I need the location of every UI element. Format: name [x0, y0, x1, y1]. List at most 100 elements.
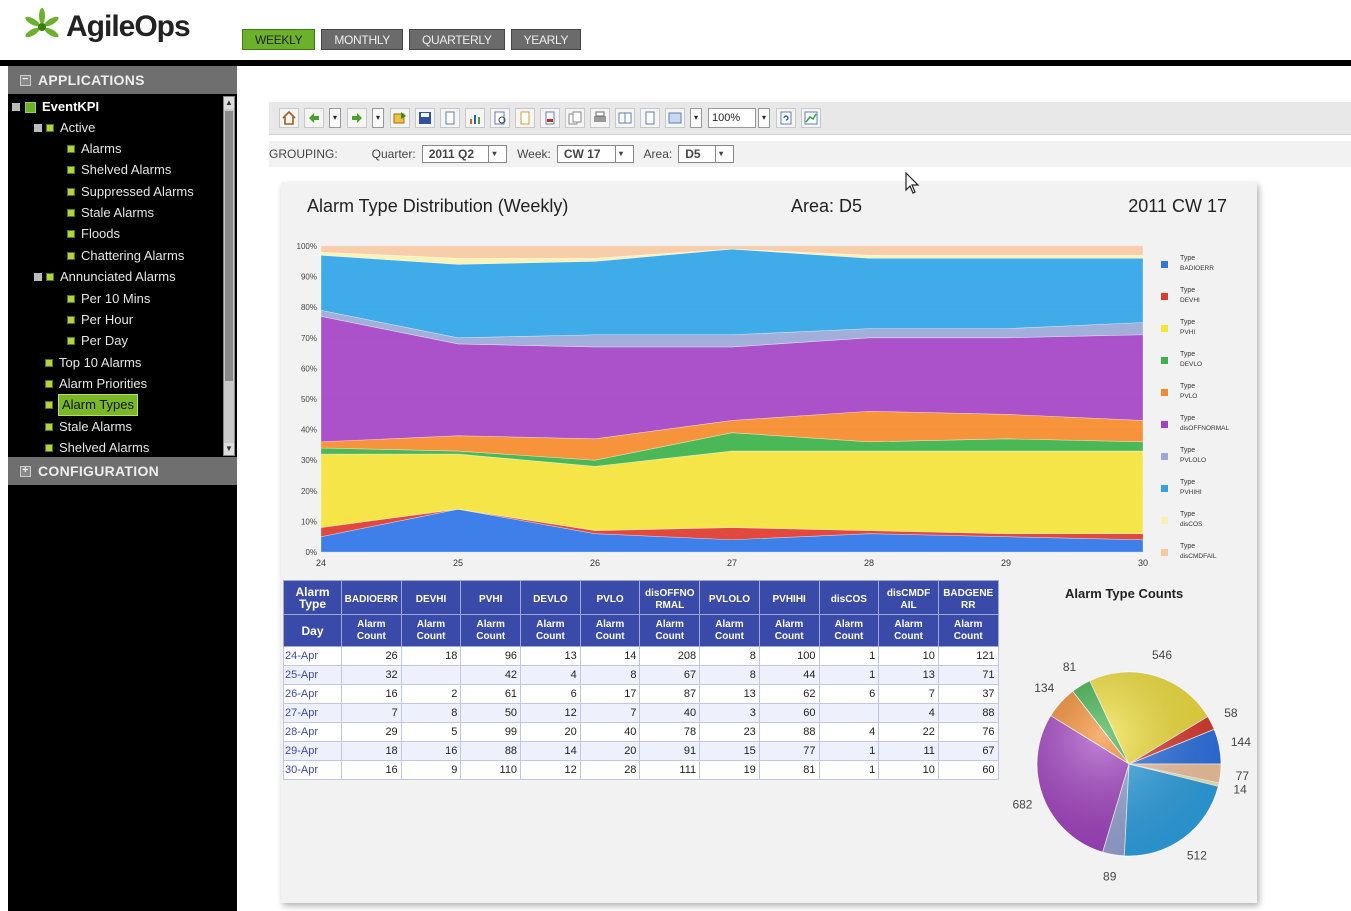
table-column-header: DEVHI	[400, 580, 462, 615]
tree-item-label: Active	[60, 120, 96, 135]
quarter-select[interactable]: 2011 Q2 ▾	[421, 145, 508, 163]
table-cell: 208	[639, 646, 701, 666]
tree-item-annunciated-alarms[interactable]: Annunciated Alarms	[34, 267, 176, 287]
applications-section-header[interactable]: − APPLICATIONS	[8, 66, 237, 94]
page-button[interactable]	[515, 108, 535, 128]
logo-text: AgileOps	[66, 10, 191, 43]
forward-button[interactable]	[347, 108, 367, 128]
find-button[interactable]	[640, 108, 660, 128]
tree-scrollbar[interactable]: ▲ ▼	[223, 96, 235, 456]
print-icon	[594, 111, 606, 122]
legend-swatch	[1161, 485, 1168, 492]
document-button[interactable]	[440, 108, 460, 128]
table-cell: 18	[341, 741, 402, 761]
tree-item-label: EventKPI	[42, 99, 100, 114]
table-cell: 111	[639, 760, 701, 780]
table-cell	[400, 665, 462, 685]
scroll-up-icon[interactable]: ▲	[224, 97, 234, 109]
tree-item-stale-alarms-2[interactable]: Stale Alarms	[46, 417, 132, 437]
tab-quarterly[interactable]: QUARTERLY	[409, 29, 505, 50]
tree-item-suppressed-alarms[interactable]: Suppressed Alarms	[68, 182, 194, 202]
export-button[interactable]	[390, 108, 410, 128]
tree-item-per-day[interactable]: Per Day	[68, 331, 128, 351]
home-button[interactable]	[279, 108, 299, 128]
chart-type-button[interactable]	[801, 108, 821, 128]
back-dropdown[interactable]: ▾	[329, 108, 341, 128]
view-dropdown[interactable]: ▾	[690, 108, 702, 128]
area-select[interactable]: D5 ▾	[678, 145, 734, 163]
pdf-icon	[545, 111, 555, 125]
legend-swatch	[1161, 453, 1168, 460]
table-subheader: Alarm Count	[460, 614, 522, 647]
tree-item-top-10-alarms[interactable]: Top 10 Alarms	[46, 353, 141, 373]
report-week: 2011 CW 17	[1128, 196, 1227, 216]
home-icon	[282, 111, 296, 125]
tab-monthly[interactable]: MONTHLY	[321, 29, 404, 50]
tree-item-alarms[interactable]: Alarms	[68, 139, 121, 159]
table-subheader: Alarm Count	[878, 614, 939, 647]
zoom-dropdown[interactable]: ▾	[758, 108, 770, 128]
refresh-button[interactable]	[776, 108, 796, 128]
tree-item-label: Stale Alarms	[59, 419, 132, 434]
area-value: D5	[685, 147, 701, 161]
table-row: 27-Apr 7 8 50 12 7 40 3 60 4 88	[283, 703, 999, 723]
pdf-button[interactable]	[540, 108, 560, 128]
table-cell: 61	[460, 684, 522, 704]
legend-label: Type	[1180, 319, 1195, 326]
save-button[interactable]	[415, 108, 435, 128]
view-button[interactable]	[665, 108, 685, 128]
print-preview-button[interactable]	[490, 108, 510, 128]
navigation-tree: EventKPI Active Alarms Shelved Alarms Su…	[8, 94, 237, 457]
zoom-select[interactable]: 100%	[708, 108, 756, 128]
sidebar: − APPLICATIONS EventKPI Active Alarms Sh…	[8, 66, 237, 911]
forward-dropdown[interactable]: ▾	[372, 108, 384, 128]
y-tick-label: 30%	[301, 456, 317, 465]
tree-item-label: Alarm Types	[57, 394, 139, 416]
legend-swatch	[1161, 261, 1168, 268]
pie-chart-title: Alarm Type Counts	[1065, 586, 1184, 601]
table-cell: 60	[758, 703, 820, 723]
tree-item-per-hour[interactable]: Per Hour	[68, 310, 133, 330]
tree-item-active[interactable]: Active	[34, 118, 95, 138]
table-cell: 99	[460, 722, 522, 742]
tree-item-shelved-alarms-2[interactable]: Shelved Alarms	[46, 438, 149, 457]
tree-item-floods[interactable]: Floods	[68, 224, 120, 244]
tab-yearly[interactable]: YEARLY	[510, 29, 582, 50]
tab-weekly[interactable]: WEEKLY	[242, 29, 316, 50]
scroll-down-icon[interactable]: ▼	[224, 443, 234, 455]
table-row: 28-Apr 29 5 99 20 40 78 23 88 4 22 76	[283, 722, 999, 742]
scrollbar-thumb[interactable]	[225, 111, 233, 381]
collapse-icon: −	[20, 74, 31, 86]
tree-item-label: Shelved Alarms	[81, 162, 172, 177]
copy-button[interactable]	[565, 108, 585, 128]
pie-data-label: 58	[1224, 706, 1238, 720]
tree-item-alarm-priorities[interactable]: Alarm Priorities	[46, 374, 147, 394]
tree-item-shelved-alarms[interactable]: Shelved Alarms	[68, 160, 171, 180]
chart-type-icon	[804, 111, 818, 125]
table-cell: 7	[878, 684, 939, 704]
print-button[interactable]	[590, 108, 610, 128]
report-icon	[46, 402, 52, 408]
table-cell: 88	[460, 741, 522, 761]
tree-item-eventkpi[interactable]: EventKPI	[12, 97, 99, 117]
layout-button[interactable]	[615, 108, 635, 128]
tree-item-alarm-types[interactable]: Alarm Types	[46, 394, 139, 416]
table-cell: 20	[579, 741, 641, 761]
tree-item-chattering-alarms[interactable]: Chattering Alarms	[68, 246, 184, 266]
y-tick-label: 20%	[301, 487, 317, 496]
tree-item-label: Per Day	[81, 333, 128, 348]
tree-item-label: Top 10 Alarms	[59, 355, 142, 370]
tree-item-stale-alarms[interactable]: Stale Alarms	[68, 203, 154, 223]
y-tick-label: 40%	[301, 426, 317, 435]
back-button[interactable]	[304, 108, 324, 128]
legend-swatch	[1161, 389, 1168, 396]
week-select[interactable]: CW 17 ▾	[556, 145, 634, 163]
tree-item-per-10-mins[interactable]: Per 10 Mins	[68, 289, 150, 309]
table-cell	[818, 703, 880, 723]
table-cell: 67	[937, 741, 999, 761]
legend-label: Type	[1180, 447, 1195, 454]
chart-button[interactable]	[465, 108, 485, 128]
configuration-section-header[interactable]: + CONFIGURATION	[8, 457, 237, 485]
table-row: 26-Apr 16 2 61 6 17 87 13 62 6 7 37	[283, 684, 999, 704]
table-cell: 23	[699, 722, 760, 742]
